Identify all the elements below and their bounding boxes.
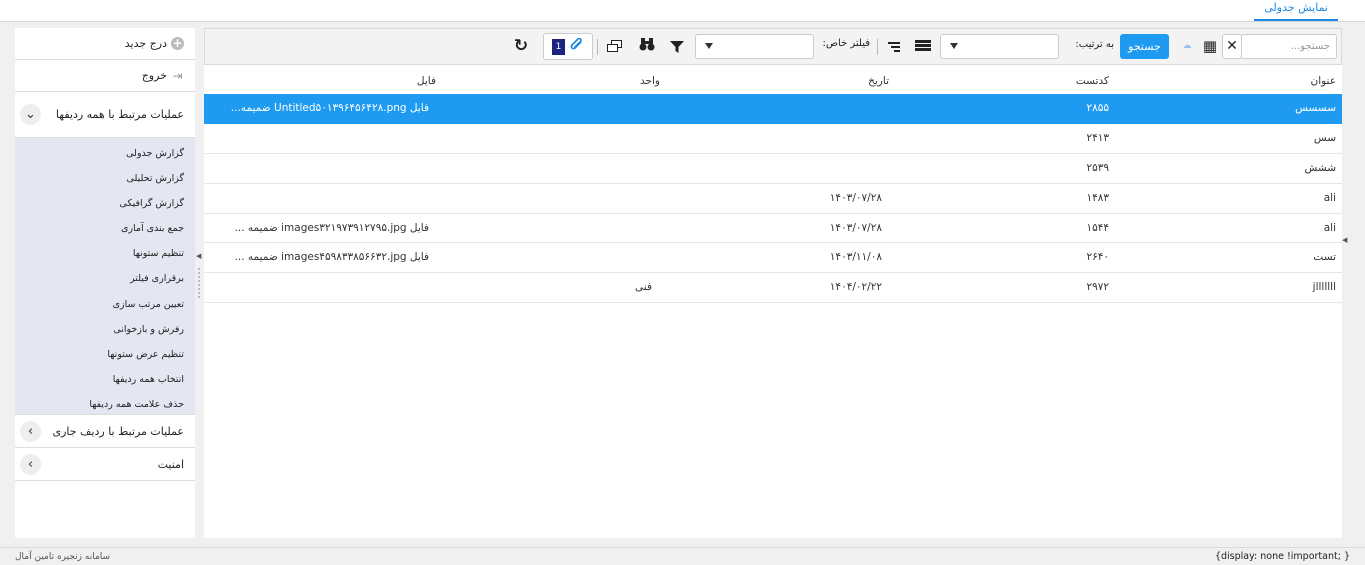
sidebar-menu-item[interactable]: رفرش و بازخوانی: [15, 317, 195, 342]
exit-icon: ⇥: [172, 68, 183, 83]
cell-title: ششش: [1304, 161, 1336, 174]
search-input[interactable]: جستجو...: [1241, 34, 1337, 59]
table-row[interactable]: ali ۱۵۴۴ ۱۴۰۳/۰۷/۲۸ فایل images۳۲۱۹۷۳۹۱۲۷۹۵…: [204, 214, 1342, 244]
main-panel: جستجو... ✕ ▦ ☁ جستجو به ترتیب: فیلتر خاص…: [204, 28, 1342, 538]
cell-code: ۲۹۷۲: [1086, 281, 1109, 294]
sidebar-menu-item[interactable]: جمع بندی آماری: [15, 216, 195, 241]
insert-new-button[interactable]: + درج جدید: [15, 28, 195, 60]
all-rows-menu: گزارش جدولی گزارش تحلیلی گزارش گرافیکی جمع …: [15, 138, 195, 415]
sidebar-menu-item[interactable]: گزارش جدولی: [15, 141, 195, 166]
caret-down-icon: [705, 43, 713, 49]
top-tab-bar: نمایش جدولی: [0, 0, 1365, 22]
toolbar-divider: [597, 39, 598, 55]
cell-title: سسسس: [1295, 102, 1336, 114]
cell-code: ۲۴۱۳: [1086, 131, 1109, 144]
sidebar-menu-item[interactable]: تعیین مرتب سازی: [15, 292, 195, 317]
paperclip-icon: [570, 37, 584, 56]
filter-label: فیلتر خاص:: [822, 38, 870, 49]
filter-funnel-icon[interactable]: [670, 41, 684, 53]
cell-title: ali: [1323, 191, 1336, 204]
sort-label: به ترتیب:: [1075, 39, 1114, 50]
insert-new-label: درج جدید: [124, 37, 167, 50]
table-row[interactable]: jlllllll ۲۹۷۲ ۱۴۰۴/۰۲/۲۲ فنی: [204, 273, 1342, 304]
cell-date: ۱۴۰۳/۱۱/۰۸: [829, 251, 882, 264]
section-security[interactable]: امنیت ›: [15, 448, 195, 481]
clear-search-icon[interactable]: ✕: [1222, 34, 1242, 59]
sidebar-menu-item[interactable]: انتخاب همه ردیفها: [15, 367, 195, 392]
attachment-count-badge: 1: [552, 39, 565, 55]
caret-down-icon: [950, 43, 958, 49]
section-all-rows[interactable]: عملیات مرتبط با همه ردیفها ⌄: [15, 92, 195, 138]
exit-label: خروج: [141, 69, 167, 82]
column-header-title[interactable]: عنوان: [1311, 75, 1337, 87]
section-current-row[interactable]: عملیات مرتبط با ردیف جاری ›: [15, 415, 195, 448]
cell-code: ۲۶۴۰: [1086, 251, 1109, 264]
toolbar: جستجو... ✕ ▦ ☁ جستجو به ترتیب: فیلتر خاص…: [204, 28, 1342, 65]
sidebar-menu-item[interactable]: تنظیم عرض ستونها: [15, 342, 195, 367]
table-row[interactable]: سسسس ۲۸۵۵ فایل Untitled۵۰۱۳۹۶۴۵۶۴۲۸.png ضم…: [204, 94, 1342, 124]
table-settings-icon[interactable]: [915, 40, 931, 53]
chevron-right-icon[interactable]: ›: [20, 453, 41, 475]
section-all-rows-label: عملیات مرتبط با همه ردیفها: [55, 108, 184, 121]
cell-file: فایل images۴۵۹۸۳۳۸۵۶۶۳۲.jpg ضمیمه ...: [234, 251, 429, 264]
table-row[interactable]: سس ۲۴۱۳: [204, 124, 1342, 154]
toolbar-divider: [877, 39, 878, 55]
table-row[interactable]: ششش ۲۵۳۹: [204, 154, 1342, 184]
cell-code: ۲۸۵۵: [1086, 102, 1109, 114]
exit-button[interactable]: ⇥ خروج: [15, 60, 195, 92]
filter-select[interactable]: [695, 34, 814, 59]
cell-title: jlllllll: [1312, 281, 1336, 294]
cell-date: ۱۴۰۴/۰۲/۲۲: [829, 281, 882, 294]
column-header-date[interactable]: تاریخ: [868, 75, 889, 87]
cell-code: ۲۵۳۹: [1086, 161, 1109, 174]
sidebar-menu-item[interactable]: گزارش گرافیکی: [15, 191, 195, 216]
cell-unit: فنی: [635, 281, 652, 294]
cell-title: تست: [1313, 251, 1336, 264]
collapse-sidebar-arrow-icon[interactable]: ◀: [196, 252, 201, 260]
status-bar: {display: none !important; } سامانه زنجی…: [0, 547, 1365, 565]
column-header-code[interactable]: کدتست: [1076, 75, 1109, 87]
css-note-text: {display: none !important; }: [1214, 551, 1350, 562]
table-row[interactable]: ali ۱۴۸۳ ۱۴۰۳/۰۷/۲۸: [204, 184, 1342, 214]
column-header-unit[interactable]: واحد: [640, 75, 660, 87]
cell-title: سس: [1313, 131, 1336, 144]
cell-title: ali: [1323, 221, 1336, 234]
attachment-button[interactable]: 1: [543, 33, 593, 60]
sort-select[interactable]: [940, 34, 1059, 59]
table-body: سسسس ۲۸۵۵ فایل Untitled۵۰۱۳۹۶۴۵۶۴۲۸.png ضم…: [204, 94, 1342, 304]
expand-panel-arrow-icon[interactable]: ◀: [1342, 236, 1347, 244]
binoculars-icon[interactable]: [637, 38, 655, 63]
chevron-right-icon[interactable]: ›: [20, 420, 41, 442]
plus-circle-icon: +: [171, 36, 184, 50]
cell-file: فایل images۳۲۱۹۷۳۹۱۲۷۹۵.jpg ضمیمه ...: [234, 221, 429, 234]
sidebar-menu-item[interactable]: برقراری فیلتر: [15, 266, 195, 291]
section-security-label: امنیت: [157, 457, 184, 471]
cloud-icon: ☁: [1182, 41, 1192, 51]
sort-lines-icon[interactable]: [888, 42, 900, 53]
search-button[interactable]: جستجو: [1120, 34, 1169, 59]
sidebar-menu-item[interactable]: حذف علامت همه ردیفها: [15, 392, 195, 417]
table-header: عنوان کدتست تاریخ واحد فایل: [204, 71, 1342, 93]
column-header-file[interactable]: فایل: [417, 75, 436, 87]
table-row[interactable]: تست ۲۶۴۰ ۱۴۰۳/۱۱/۰۸ فایل images۴۵۹۸۳۳۸۵۶۶۳۲…: [204, 243, 1342, 274]
copy-windows-icon[interactable]: [606, 40, 622, 53]
cell-code: ۱۴۸۳: [1086, 191, 1109, 204]
sidebar: + درج جدید ⇥ خروج عملیات مرتبط با همه رد…: [15, 28, 195, 538]
cell-date: ۱۴۰۳/۰۷/۲۸: [829, 221, 882, 234]
splitter-handle[interactable]: [198, 268, 201, 298]
grid-add-icon[interactable]: ▦: [1200, 34, 1220, 59]
sidebar-menu-item[interactable]: تنظیم ستونها: [15, 241, 195, 266]
system-name: سامانه زنجیره تامین آمال: [15, 552, 111, 562]
refresh-icon[interactable]: ↻: [511, 34, 531, 59]
chevron-down-icon[interactable]: ⌄: [20, 104, 41, 125]
section-current-row-label: عملیات مرتبط با ردیف جاری: [52, 424, 184, 438]
cell-date: ۱۴۰۳/۰۷/۲۸: [829, 191, 882, 204]
cell-code: ۱۵۴۴: [1086, 221, 1109, 234]
tab-table-view[interactable]: نمایش جدولی: [1254, 0, 1338, 21]
sidebar-menu-item[interactable]: گزارش تحلیلی: [15, 166, 195, 191]
cell-file: فایل Untitled۵۰۱۳۹۶۴۵۶۴۲۸.png ضمیمه...: [230, 102, 429, 114]
